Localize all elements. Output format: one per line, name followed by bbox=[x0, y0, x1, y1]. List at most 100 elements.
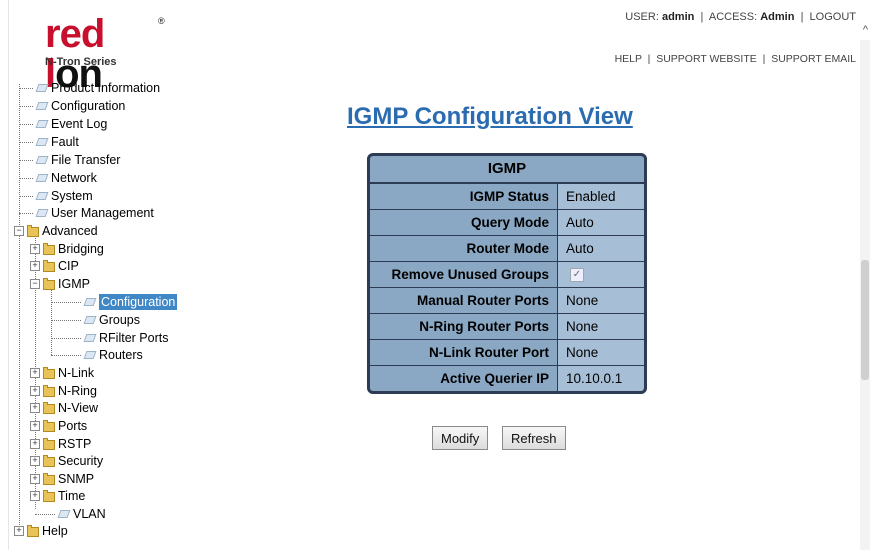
tree-item-user-management[interactable]: User Management bbox=[19, 205, 154, 221]
tree-item-event-log[interactable]: Event Log bbox=[19, 116, 107, 132]
redlion-logo: red lon ® N-Tron Series bbox=[45, 12, 165, 96]
user-name: admin bbox=[661, 11, 695, 23]
folder-icon bbox=[43, 385, 55, 397]
folder-icon bbox=[43, 260, 55, 272]
row-value: None bbox=[558, 314, 644, 339]
page-icon bbox=[35, 82, 49, 94]
remove-unused-groups-checkbox-cell: ✓ bbox=[558, 262, 644, 287]
tree-item-n-ring[interactable]: + N-Ring bbox=[30, 383, 97, 399]
page-icon bbox=[35, 118, 49, 130]
folder-icon bbox=[43, 367, 55, 379]
row-value: None bbox=[558, 340, 644, 365]
tree-item-configuration[interactable]: Configuration bbox=[19, 98, 125, 114]
collapse-icon[interactable]: − bbox=[30, 279, 40, 289]
config-row: IGMP Status Enabled bbox=[370, 183, 644, 209]
tree-item-network[interactable]: Network bbox=[19, 170, 97, 186]
tree-item-time[interactable]: + Time bbox=[30, 488, 85, 504]
config-row: Manual Router Ports None bbox=[370, 287, 644, 313]
config-row: N-Link Router Port None bbox=[370, 339, 644, 365]
scrollbar[interactable] bbox=[860, 40, 870, 550]
user-bar: USER: admin | ACCESS: Admin | LOGOUT bbox=[625, 11, 856, 23]
row-value: Auto bbox=[558, 210, 644, 235]
row-value: 10.10.0.1 bbox=[558, 366, 644, 391]
row-value: Enabled bbox=[558, 184, 644, 209]
tree-item-file-transfer[interactable]: File Transfer bbox=[19, 152, 120, 168]
scrollbar-thumb[interactable] bbox=[861, 260, 869, 380]
tree-item-bridging[interactable]: + Bridging bbox=[30, 241, 104, 257]
support-website-link[interactable]: SUPPORT WEBSITE bbox=[656, 53, 757, 65]
tree-item-help[interactable]: + Help bbox=[14, 523, 68, 539]
expand-icon[interactable]: + bbox=[30, 261, 40, 271]
page-icon bbox=[35, 100, 49, 112]
tree-item-fault[interactable]: Fault bbox=[19, 134, 79, 150]
expand-icon[interactable]: + bbox=[30, 439, 40, 449]
expand-icon[interactable]: + bbox=[30, 421, 40, 431]
config-row: Query Mode Auto bbox=[370, 209, 644, 235]
row-label: Remove Unused Groups bbox=[370, 262, 558, 287]
folder-icon bbox=[43, 455, 55, 467]
folder-icon bbox=[43, 438, 55, 450]
page-icon bbox=[83, 349, 97, 361]
tree-item-igmp[interactable]: − IGMP bbox=[30, 276, 90, 292]
tree-item-system[interactable]: System bbox=[19, 188, 93, 204]
help-bar: HELP | SUPPORT WEBSITE | SUPPORT EMAIL bbox=[614, 53, 856, 65]
expand-icon[interactable]: + bbox=[30, 386, 40, 396]
page-icon bbox=[35, 172, 49, 184]
expand-icon[interactable]: + bbox=[30, 491, 40, 501]
tree-item-product-information[interactable]: Product Information bbox=[19, 80, 160, 96]
row-label: N-Link Router Port bbox=[370, 340, 558, 365]
page-icon bbox=[57, 508, 71, 520]
series-label: N-Tron Series bbox=[45, 56, 117, 68]
expand-icon[interactable]: + bbox=[30, 403, 40, 413]
tree-item-advanced[interactable]: − Advanced bbox=[14, 223, 98, 239]
help-link[interactable]: HELP bbox=[615, 53, 642, 65]
expand-icon[interactable]: + bbox=[30, 456, 40, 466]
tree-item-igmp-rfilter-ports[interactable]: RFilter Ports bbox=[51, 330, 168, 346]
tree-item-cip[interactable]: + CIP bbox=[30, 258, 79, 274]
tree-item-n-link[interactable]: + N-Link bbox=[30, 365, 94, 381]
tree-item-igmp-configuration[interactable]: Configuration bbox=[51, 294, 178, 310]
row-label: Router Mode bbox=[370, 236, 558, 261]
folder-icon bbox=[27, 525, 39, 537]
page-title: IGMP Configuration View bbox=[347, 103, 633, 130]
page-icon bbox=[35, 207, 49, 219]
row-value: Auto bbox=[558, 236, 644, 261]
app-window: red lon ® N-Tron Series USER: admin | AC… bbox=[0, 0, 870, 550]
left-edge bbox=[0, 0, 9, 550]
tree-item-rstp[interactable]: + RSTP bbox=[30, 436, 91, 452]
scroll-up-arrow-icon[interactable]: ^ bbox=[863, 24, 868, 36]
support-email-link[interactable]: SUPPORT EMAIL bbox=[771, 53, 856, 65]
page-icon bbox=[83, 332, 97, 344]
remove-unused-groups-checkbox: ✓ bbox=[570, 268, 584, 283]
row-value: None bbox=[558, 288, 644, 313]
page-icon bbox=[35, 154, 49, 166]
tree-item-igmp-routers[interactable]: Routers bbox=[51, 347, 143, 363]
folder-icon bbox=[43, 243, 55, 255]
row-label: N-Ring Router Ports bbox=[370, 314, 558, 339]
expand-icon[interactable]: + bbox=[30, 244, 40, 254]
tree-item-security[interactable]: + Security bbox=[30, 453, 103, 469]
folder-open-icon bbox=[43, 278, 55, 290]
folder-open-icon bbox=[27, 225, 39, 237]
tree-item-igmp-groups[interactable]: Groups bbox=[51, 312, 140, 328]
collapse-icon[interactable]: − bbox=[14, 226, 24, 236]
page-icon bbox=[83, 296, 97, 308]
page-icon bbox=[83, 314, 97, 326]
folder-icon bbox=[43, 473, 55, 485]
folder-icon bbox=[43, 402, 55, 414]
tree-item-n-view[interactable]: + N-View bbox=[30, 400, 98, 416]
modify-button[interactable]: Modify bbox=[432, 426, 489, 450]
tree-item-vlan[interactable]: VLAN bbox=[35, 506, 106, 522]
tree-item-snmp[interactable]: + SNMP bbox=[30, 471, 94, 487]
row-label: Active Querier IP bbox=[370, 366, 558, 391]
logout-link[interactable]: LOGOUT bbox=[810, 11, 856, 23]
expand-icon[interactable]: + bbox=[30, 368, 40, 378]
row-label: Query Mode bbox=[370, 210, 558, 235]
tree-item-ports[interactable]: + Ports bbox=[30, 418, 87, 434]
config-row: N-Ring Router Ports None bbox=[370, 313, 644, 339]
expand-icon[interactable]: + bbox=[30, 474, 40, 484]
refresh-button[interactable]: Refresh bbox=[502, 426, 566, 450]
igmp-config-panel: IGMP IGMP Status Enabled Query Mode Auto R… bbox=[367, 153, 647, 394]
expand-icon[interactable]: + bbox=[14, 526, 24, 536]
folder-icon bbox=[43, 490, 55, 502]
